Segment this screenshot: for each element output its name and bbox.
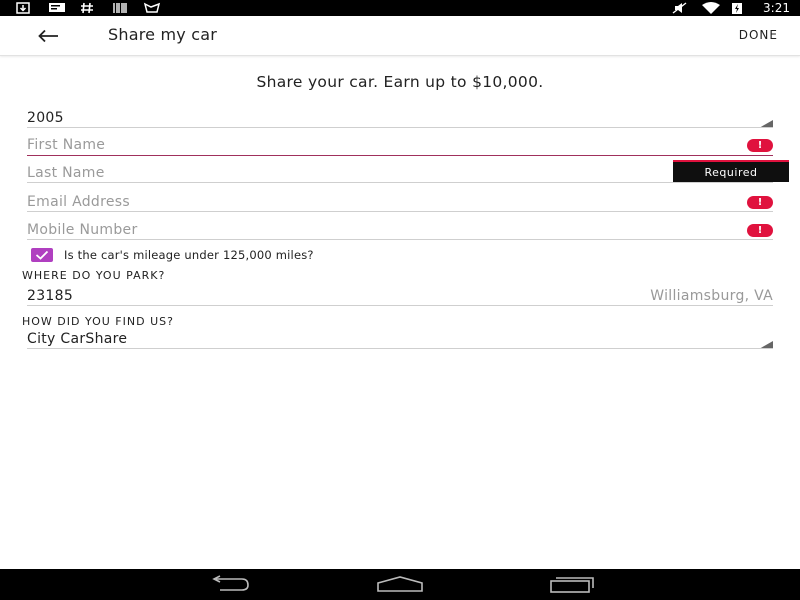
city-value: Williamsburg, VA: [650, 288, 773, 304]
battery-icon: [730, 2, 744, 14]
wifi-icon: [701, 2, 721, 14]
checkmark-icon: [35, 250, 49, 260]
home-nav-button[interactable]: [375, 573, 425, 595]
last-name-field[interactable]: Last Name: [27, 165, 773, 185]
find-us-spinner[interactable]: City CarShare: [27, 331, 773, 351]
recents-nav-button[interactable]: [548, 573, 596, 595]
last-name-input[interactable]: Last Name: [27, 165, 773, 181]
divider: [27, 182, 773, 183]
focus-underline: [27, 155, 773, 156]
inbox-icon: [143, 2, 161, 14]
mute-icon: [672, 2, 688, 14]
mobile-field[interactable]: Mobile Number: [27, 222, 773, 242]
first-name-input[interactable]: First Name: [27, 137, 773, 153]
year-value: 2005: [27, 110, 64, 126]
done-button[interactable]: DONE: [739, 28, 778, 42]
divider: [27, 127, 773, 128]
nav-recents-icon: [550, 577, 594, 593]
hash-icon: [80, 2, 94, 14]
error-icon[interactable]: !: [747, 224, 773, 237]
mileage-label: Is the car's mileage under 125,000 miles…: [64, 248, 314, 262]
navigation-bar: [0, 569, 800, 600]
park-section-label: WHERE DO YOU PARK?: [22, 269, 166, 282]
page-title: Share my car: [108, 25, 217, 44]
message-icon: [48, 2, 66, 14]
mileage-checkbox[interactable]: [31, 248, 53, 262]
find-us-value: City CarShare: [27, 331, 128, 347]
barcode-icon: [112, 2, 128, 14]
error-icon[interactable]: !: [747, 196, 773, 209]
nav-back-icon: [212, 575, 249, 591]
find-section-label: HOW DID YOU FIND US?: [22, 315, 174, 328]
divider: [27, 305, 773, 306]
mobile-input[interactable]: Mobile Number: [27, 222, 773, 238]
divider: [27, 239, 773, 240]
arrow-left-icon: [38, 29, 58, 43]
email-field[interactable]: Email Address: [27, 194, 773, 214]
back-nav-button[interactable]: [205, 573, 253, 595]
status-bar: 3:21: [0, 0, 800, 16]
error-icon[interactable]: !: [747, 139, 773, 152]
back-button[interactable]: [34, 24, 62, 48]
divider: [27, 211, 773, 212]
download-icon: [16, 2, 30, 14]
headline: Share your car. Earn up to $10,000.: [256, 73, 544, 91]
year-spinner[interactable]: 2005: [27, 110, 773, 128]
nav-home-icon: [377, 576, 423, 592]
status-time: 3:21: [763, 1, 790, 15]
divider: [27, 348, 773, 349]
app-bar: Share my car DONE: [0, 16, 800, 56]
email-input[interactable]: Email Address: [27, 194, 773, 210]
first-name-field[interactable]: First Name: [27, 137, 773, 157]
